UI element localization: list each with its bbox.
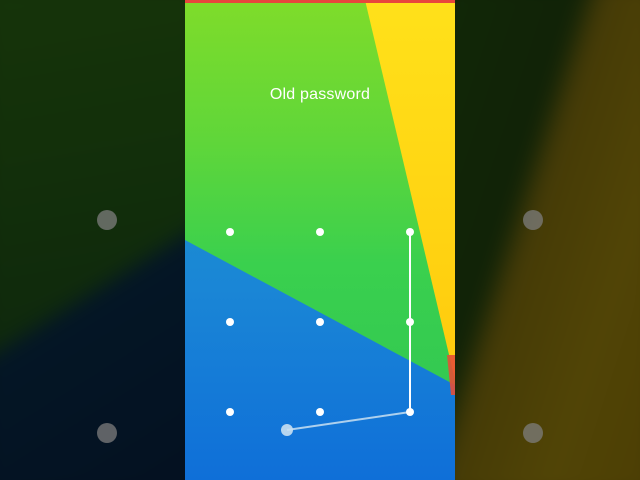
blurred-side-panel-left [0,0,185,480]
lock-screen: Old password [185,0,455,480]
pattern-dot-icon[interactable] [406,228,414,236]
pattern-dot-icon[interactable] [406,318,414,326]
blurred-dot-icon [97,423,117,443]
pattern-grid[interactable] [185,0,455,480]
pattern-dot-icon[interactable] [316,318,324,326]
blurred-wallpaper [455,0,640,480]
pattern-dot-icon[interactable] [316,228,324,236]
blurred-wallpaper [0,0,185,480]
pattern-dot-icon[interactable] [406,408,414,416]
pattern-dot-icon[interactable] [226,408,234,416]
blurred-dot-icon [523,210,543,230]
pattern-drag-line [286,411,411,431]
pattern-dot-icon[interactable] [316,408,324,416]
touch-point-icon [281,424,293,436]
pattern-dot-icon[interactable] [226,318,234,326]
video-frame: Old password [0,0,640,480]
blurred-dot-icon [523,423,543,443]
pattern-dot-icon[interactable] [226,228,234,236]
pattern-lock[interactable] [185,0,455,480]
blurred-dot-icon [97,210,117,230]
blurred-side-panel-right [455,0,640,480]
